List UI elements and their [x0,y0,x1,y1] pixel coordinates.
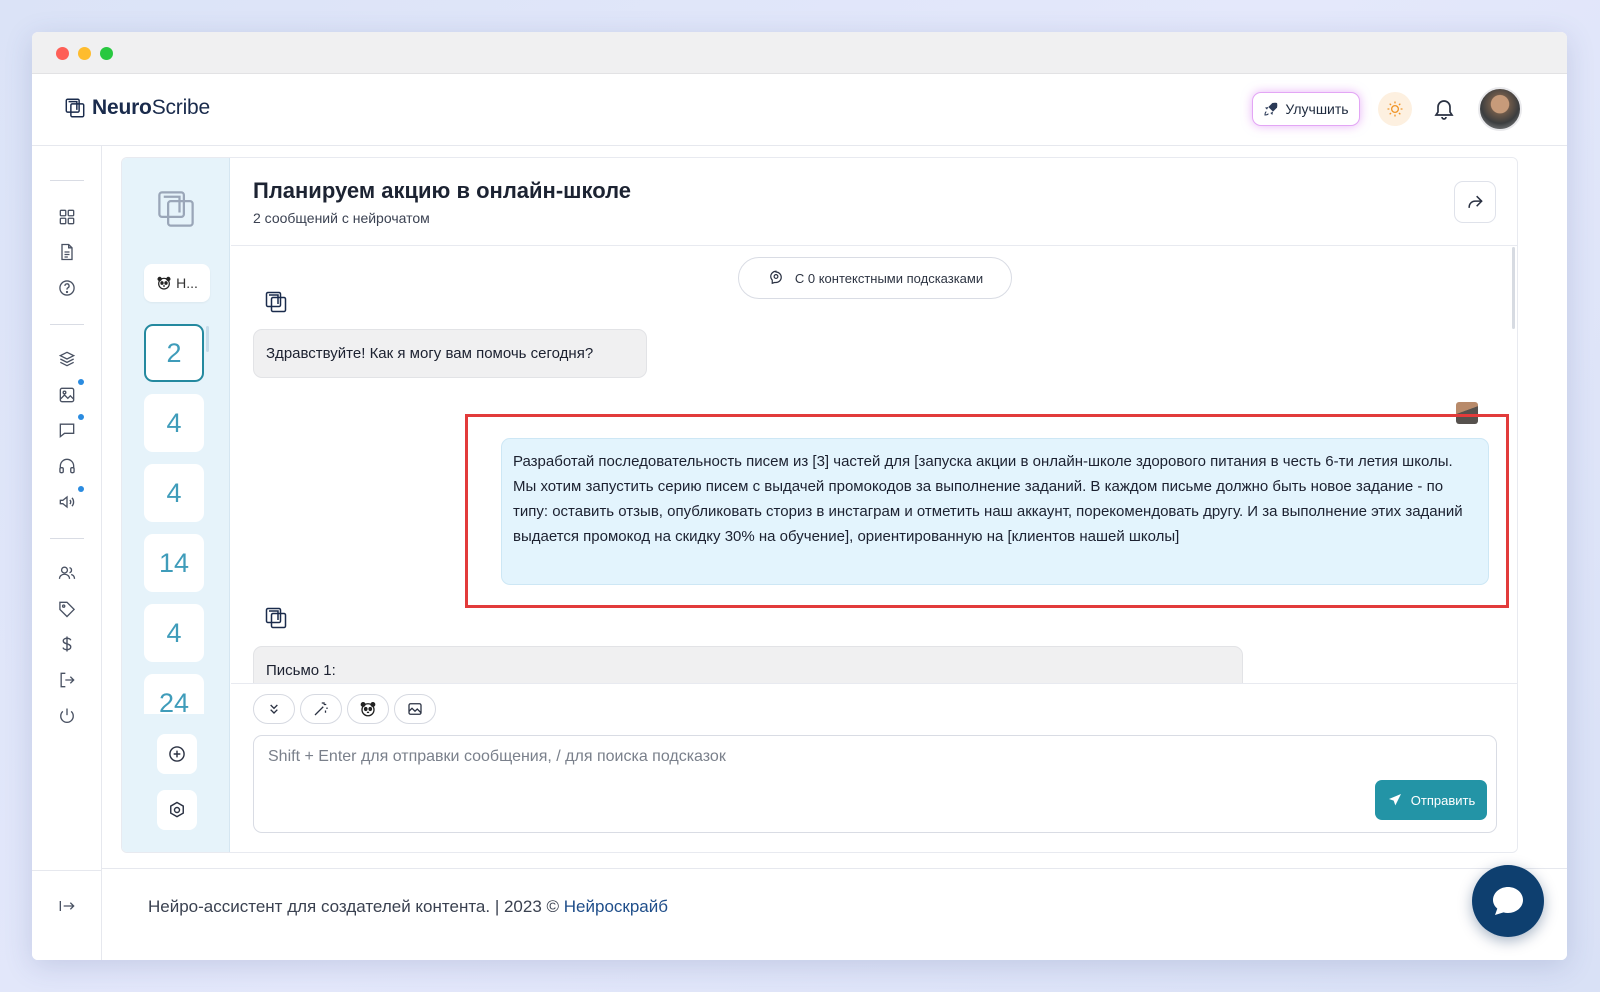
prompt-selector-label: Н... [176,275,198,291]
bell-icon[interactable] [1432,97,1456,121]
context-hints-label: С 0 контекстными подсказками [794,270,984,286]
chat-bubble-icon [1493,887,1523,915]
prompt-count-item[interactable]: 24 [144,674,204,714]
users-icon[interactable] [57,563,77,583]
app-window: NeuroScribe Улучшить Н... 2 4 4 14 4 24 … [32,32,1567,960]
brand-name-bold: Neuro [92,96,152,119]
share-icon [1468,195,1483,208]
brand-logo-icon [65,98,85,118]
top-header: NeuroScribe Улучшить [32,74,1567,146]
prompt-list-scrollbar[interactable] [206,326,209,352]
message-composer: Отправить [231,683,1517,852]
attach-image-button[interactable] [394,694,436,724]
dollar-icon[interactable] [57,634,77,654]
power-icon[interactable] [57,706,77,726]
bot-message: Письмо 1: [253,646,1243,683]
footer-text: Нейро-ассистент для создателей контента.… [148,897,564,916]
collapse-sidebar-icon[interactable] [57,896,77,916]
minimize-window-button[interactable] [78,47,91,60]
bot-avatar-icon [265,291,287,313]
message-input-box[interactable]: Отправить [253,735,1497,833]
image-badge [78,379,84,385]
user-avatar[interactable] [1478,87,1522,131]
chat-messages: С 0 контекстными подсказками Здравствуйт… [231,247,1517,683]
prompt-count-item[interactable]: 2 [144,324,204,382]
magic-wand-icon [314,702,328,716]
sun-icon [1387,101,1403,117]
rocket-icon [1264,102,1278,116]
chat-subtitle: 2 сообщений с нейрочатом [253,210,430,226]
nav-divider [50,180,84,181]
window-titlebar [32,32,1567,74]
prompt-count-item[interactable]: 14 [144,534,204,592]
nav-divider [50,538,84,539]
layers-icon[interactable] [57,349,77,369]
message-input[interactable] [268,748,1348,778]
chat-icon[interactable] [57,420,77,440]
highlight-box [465,414,1509,608]
close-window-button[interactable] [56,47,69,60]
dashboard-icon[interactable] [57,207,77,227]
brain-icon [770,270,782,285]
context-hints-pill[interactable]: С 0 контекстными подсказками [738,257,1012,299]
brand-logo[interactable]: NeuroScribe [64,96,210,120]
side-navigation [32,146,102,960]
chevrons-down-icon [270,704,278,714]
magic-prompt-button[interactable] [300,694,342,724]
scroll-down-button[interactable] [253,694,295,724]
share-button[interactable] [1454,181,1496,223]
panda-icon [360,702,376,717]
chat-title: Планируем акцию в онлайн-школе [253,178,632,203]
nav-bottom-divider [32,870,102,871]
prompt-library-button[interactable] [347,694,389,724]
page-footer: Нейро-ассистент для создателей контента.… [102,868,1567,960]
brand-name-regular: Scribe [151,96,211,119]
image-icon[interactable] [57,385,77,405]
footer-link[interactable]: Нейроскрайб [564,897,668,916]
prompt-library-selector[interactable]: Н... [144,264,210,302]
bot-message: Здравствуйте! Как я могу вам помочь сего… [253,329,647,378]
chat-badge [78,414,84,420]
megaphone-badge [78,486,84,492]
gear-icon [170,801,184,818]
prompt-count-item[interactable]: 4 [144,604,204,662]
neuroscribe-logo-icon [158,191,194,227]
add-prompt-button[interactable] [157,734,197,774]
document-icon[interactable] [57,242,77,262]
maximize-window-button[interactable] [100,47,113,60]
theme-toggle-button[interactable] [1378,92,1412,126]
send-icon [1388,794,1401,806]
panda-icon [157,276,171,290]
logout-icon[interactable] [57,670,77,690]
headphones-icon[interactable] [57,456,77,476]
chat-panel: Н... 2 4 4 14 4 24 Планируем акцию в онл… [121,157,1518,853]
bot-avatar-icon [265,607,287,629]
prompt-count-list: 2 4 4 14 4 24 [122,324,230,714]
plus-circle-icon [169,746,185,762]
nav-divider [50,324,84,325]
image-icon [408,703,422,715]
tag-icon[interactable] [57,599,77,619]
prompt-count-item[interactable]: 4 [144,394,204,452]
support-chat-button[interactable] [1472,865,1544,937]
chat-scrollbar[interactable] [1512,247,1515,329]
megaphone-icon[interactable] [57,492,77,512]
upgrade-button[interactable]: Улучшить [1252,92,1360,126]
send-label: Отправить [1410,792,1476,808]
prompt-count-item[interactable]: 4 [144,464,204,522]
help-icon[interactable] [57,278,77,298]
settings-button[interactable] [157,790,197,830]
upgrade-label: Улучшить [1285,101,1349,117]
send-button[interactable]: Отправить [1375,780,1487,820]
prompt-column: Н... 2 4 4 14 4 24 [122,158,230,852]
chat-header: Планируем акцию в онлайн-школе 2 сообщен… [231,158,1517,246]
